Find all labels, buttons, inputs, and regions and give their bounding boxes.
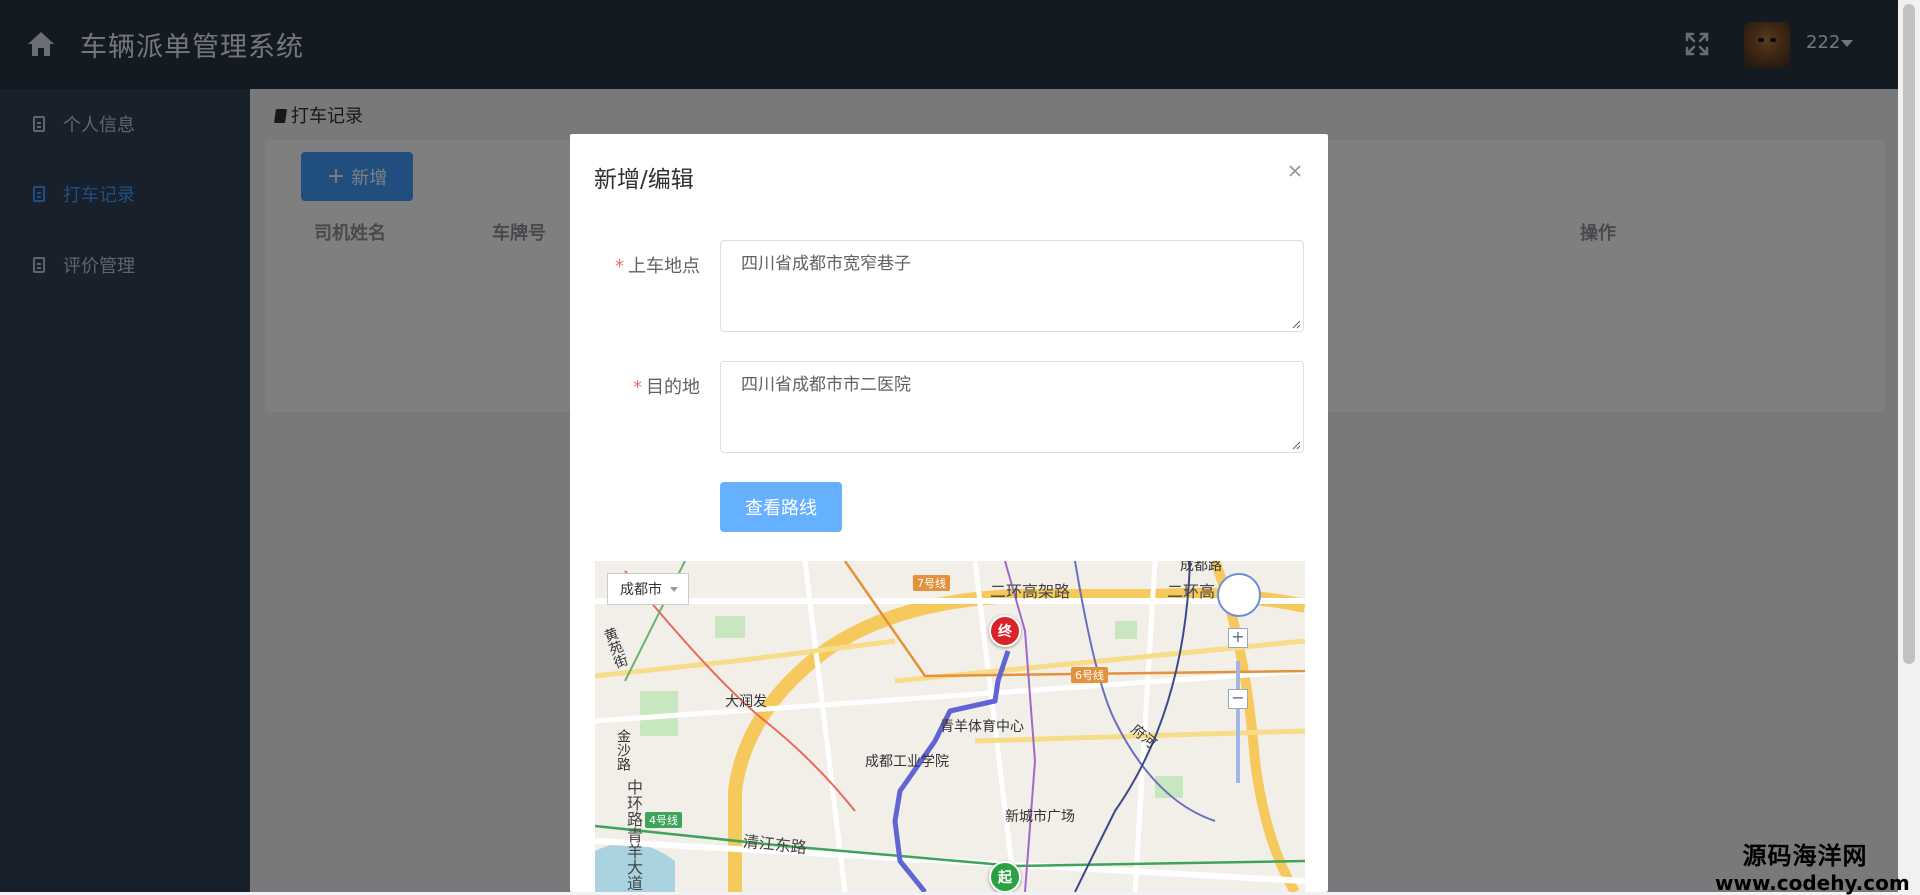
resize-grip-icon[interactable]	[1291, 440, 1301, 450]
start-marker[interactable]: 起	[989, 861, 1021, 892]
edit-dialog: 新增/编辑 * 上车地点 四川省成都市宽窄巷子 * 目的地 四川省成都市市二医院 查…	[570, 134, 1328, 892]
map-pan-control[interactable]	[1217, 573, 1261, 617]
map-label: 青羊体育中心	[940, 719, 1024, 735]
watermark: 源码海洋网 www.codehy.com	[1715, 836, 1910, 895]
route-map[interactable]: 成都市 二环高架路 二环高 成都路 7号线 6号线 4号线 黄苑街 大润发 青羊…	[595, 561, 1305, 892]
metro-badge: 4号线	[645, 812, 682, 828]
city-select-label: 成都市	[620, 582, 662, 598]
destination-label: * 目的地	[633, 377, 700, 398]
resize-grip-icon[interactable]	[1291, 319, 1301, 329]
zoom-slider[interactable]	[1236, 661, 1240, 783]
map-label: 金沙路	[615, 729, 631, 771]
pickup-input[interactable]: 四川省成都市宽窄巷子	[720, 240, 1304, 332]
destination-input[interactable]: 四川省成都市市二医院	[720, 361, 1304, 453]
dialog-title: 新增/编辑	[594, 167, 694, 193]
map-label: 成都路	[1180, 561, 1222, 574]
map-label: 中环路青羊大道	[624, 779, 643, 891]
caret-down-icon	[670, 586, 678, 592]
watermark-url: www.codehy.com	[1715, 871, 1910, 895]
zoom-out-button[interactable]: −	[1228, 689, 1248, 709]
scrollbar-thumb[interactable]	[1903, 4, 1915, 664]
metro-badge: 6号线	[1071, 667, 1108, 683]
map-label: 成都工业学院	[865, 754, 949, 770]
map-label: 大润发	[725, 694, 767, 710]
map-label: 二环高架路	[990, 582, 1071, 601]
pickup-label: * 上车地点	[615, 256, 700, 277]
close-icon[interactable]	[1286, 162, 1304, 180]
page-scrollbar[interactable]	[1898, 0, 1920, 892]
map-label: 新城市广场	[1005, 809, 1075, 825]
view-route-button[interactable]: 查看路线	[720, 482, 842, 532]
zoom-in-button[interactable]: +	[1228, 628, 1248, 648]
watermark-name: 源码海洋网	[1742, 842, 1868, 870]
map-label: 二环高	[1167, 582, 1216, 601]
end-marker[interactable]: 终	[989, 615, 1021, 647]
metro-badge: 7号线	[913, 575, 950, 591]
city-select[interactable]: 成都市	[607, 573, 689, 605]
